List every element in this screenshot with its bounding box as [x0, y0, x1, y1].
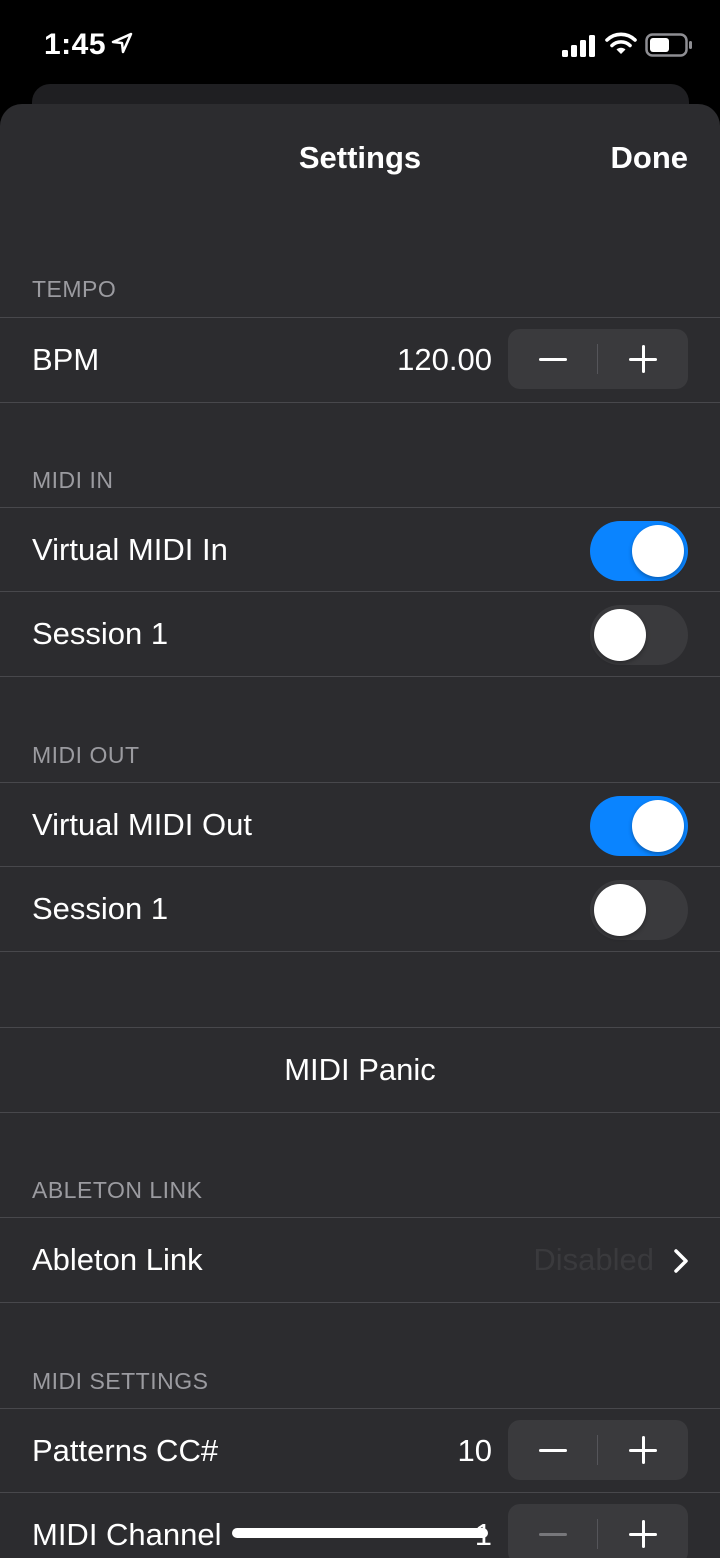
ableton-link-label: Ableton Link — [32, 1242, 203, 1277]
bpm-decrement-button[interactable] — [508, 329, 597, 389]
ableton-link-row[interactable]: Ableton Link Disabled — [0, 1217, 720, 1303]
toggle-knob — [594, 884, 646, 936]
done-button[interactable]: Done — [611, 140, 689, 176]
section-header-ableton-link: ABLETON LINK — [32, 1177, 203, 1203]
patterns-cc-increment-button[interactable] — [598, 1420, 688, 1480]
midi-channel-increment-button[interactable] — [598, 1504, 688, 1558]
chevron-right-icon — [674, 1249, 688, 1273]
bpm-stepper — [508, 329, 688, 389]
midi-in-row: Session 1 — [0, 591, 720, 677]
toggle-knob — [594, 609, 646, 661]
toggle-knob — [632, 525, 684, 577]
bpm-label: BPM — [32, 342, 100, 377]
midi-out-virtual-label: Virtual MIDI Out — [32, 807, 252, 842]
wifi-icon — [605, 32, 637, 54]
bpm-value: 120.00 — [397, 342, 492, 377]
section-header-midi-in: MIDI IN — [32, 467, 114, 493]
battery-icon — [645, 33, 692, 57]
patterns-cc-value: 10 — [457, 1433, 492, 1468]
settings-sheet: Settings Done TEMPO BPM 120.00 MIDI IN V… — [0, 104, 720, 1558]
midi-panic-button[interactable]: MIDI Panic — [0, 1027, 720, 1113]
home-indicator[interactable] — [232, 1528, 488, 1538]
bpm-row: BPM 120.00 — [0, 317, 720, 403]
midi-in-row: Virtual MIDI In — [0, 507, 720, 592]
midi-channel-value: 1 — [475, 1493, 492, 1558]
patterns-cc-label: Patterns CC# — [32, 1433, 219, 1468]
patterns-cc-row: Patterns CC# 10 — [0, 1408, 720, 1493]
midi-channel-decrement-button[interactable] — [508, 1504, 597, 1558]
midi-in-session-toggle[interactable] — [590, 605, 688, 665]
cellular-signal-icon — [562, 35, 595, 57]
status-time: 1:45 — [44, 28, 107, 61]
virtual-midi-in-toggle[interactable] — [590, 521, 688, 581]
midi-panic-label: MIDI Panic — [284, 1052, 436, 1087]
virtual-midi-out-toggle[interactable] — [590, 796, 688, 856]
section-header-midi-settings: MIDI SETTINGS — [32, 1368, 209, 1394]
patterns-cc-decrement-button[interactable] — [508, 1420, 597, 1480]
midi-channel-label: MIDI Channel — [32, 1517, 222, 1552]
midi-in-virtual-label: Virtual MIDI In — [32, 532, 228, 567]
midi-channel-row: MIDI Channel 1 — [0, 1492, 720, 1558]
patterns-cc-stepper — [508, 1420, 688, 1480]
toggle-knob — [632, 800, 684, 852]
midi-out-session-toggle[interactable] — [590, 880, 688, 940]
bpm-increment-button[interactable] — [598, 329, 688, 389]
midi-out-session-label: Session 1 — [32, 891, 169, 926]
location-arrow-icon — [111, 32, 133, 54]
midi-out-row: Virtual MIDI Out — [0, 782, 720, 867]
status-bar: 1:45 — [0, 0, 720, 90]
midi-out-row: Session 1 — [0, 866, 720, 952]
midi-channel-stepper — [508, 1504, 688, 1558]
ableton-link-status: Disabled — [533, 1242, 654, 1277]
section-header-midi-out: MIDI OUT — [32, 742, 140, 768]
midi-in-session-label: Session 1 — [32, 616, 169, 651]
section-header-tempo: TEMPO — [32, 276, 117, 302]
